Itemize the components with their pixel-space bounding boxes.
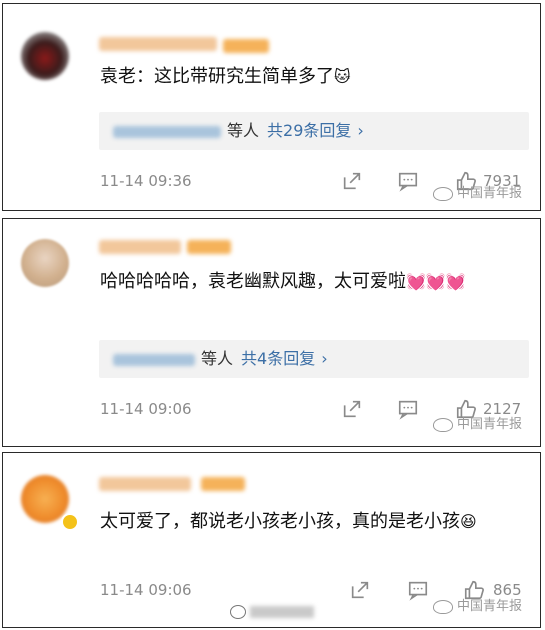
user-level-badge [201,477,245,491]
share-icon[interactable] [341,170,363,192]
weibo-logo-icon [433,186,453,201]
share-icon[interactable] [349,579,371,601]
comment-text: 袁老：这比带研究生简单多了🐱 [100,66,351,87]
avatar[interactable] [21,32,69,80]
comment-card-3: 太可爱了，都说老小孩老小孩，真的是老小孩😆 11-14 09:06 865 中国… [2,452,541,628]
user-level-badge [187,240,231,254]
source-blurred [250,605,314,618]
comment-icon[interactable] [407,579,429,601]
comment-icon[interactable] [397,398,419,420]
comment-card-1: 袁老：这比带研究生简单多了🐱 等人 共29条回复 › 11-14 09:36 793… [2,3,541,211]
replies-summary[interactable]: 等人 共4条回复 › [99,340,529,378]
comment-time: 11-14 09:06 [100,400,192,418]
bottom-watermark [230,604,314,619]
avatar[interactable] [21,239,69,287]
reply-count: 共29条回复 [267,121,352,140]
reply-users-blurred [113,353,195,366]
emoji: 🐱 [334,67,351,86]
comment-icon[interactable] [397,170,419,192]
user-level-badge [223,39,269,53]
emoji: 😆 [460,512,477,531]
username-blurred[interactable] [99,477,191,491]
comment-time: 11-14 09:06 [100,581,192,599]
chevron-right-icon: › [357,121,364,140]
weibo-logo-icon [230,604,246,619]
comment-text: 哈哈哈哈哈，袁老幽默风趣，太可爱啦💓💓💓 [100,271,466,292]
weibo-logo-icon [433,599,453,614]
reply-users-blurred [113,125,221,138]
emoji: 💓💓💓 [406,272,466,291]
username-blurred[interactable] [99,240,181,254]
watermark: 中国青年报 [433,182,522,201]
comment-card-2: 哈哈哈哈哈，袁老幽默风趣，太可爱啦💓💓💓 等人 共4条回复 › 11-14 09:0… [2,218,541,447]
verified-badge-icon [61,513,79,531]
chevron-right-icon: › [321,349,328,368]
reply-count: 共4条回复 [241,349,316,368]
comment-time: 11-14 09:36 [100,172,192,190]
share-icon[interactable] [341,398,363,420]
comment-text: 太可爱了，都说老小孩老小孩，真的是老小孩😆 [100,511,477,532]
watermark: 中国青年报 [433,595,522,614]
username-blurred[interactable] [99,37,217,51]
replies-summary[interactable]: 等人 共29条回复 › [99,112,529,150]
weibo-logo-icon [433,417,453,432]
watermark: 中国青年报 [433,413,522,432]
